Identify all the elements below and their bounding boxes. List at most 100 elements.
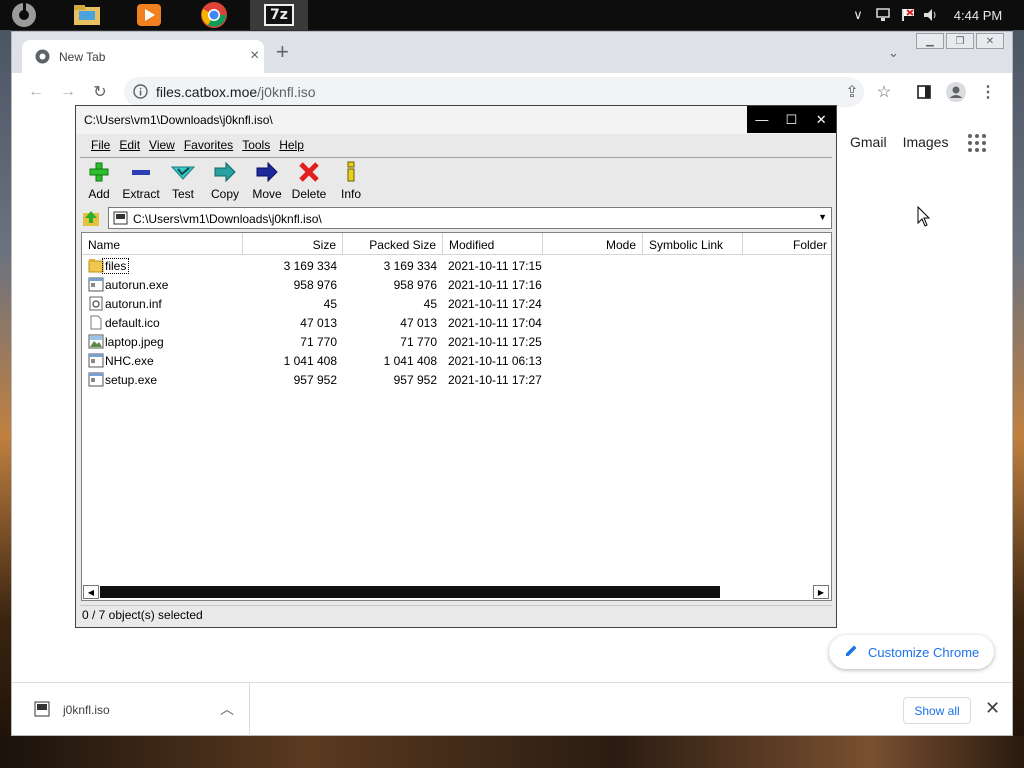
download-item[interactable]: j0knfl.iso ︿ bbox=[32, 683, 250, 736]
url-host: files.catbox.moe bbox=[156, 84, 258, 100]
volume-icon[interactable] bbox=[922, 0, 940, 30]
menu-file[interactable]: File bbox=[91, 138, 110, 152]
sevenzip-taskbar-button[interactable]: 7z bbox=[250, 0, 308, 30]
site-info-icon[interactable] bbox=[133, 84, 148, 104]
exe-file-icon bbox=[88, 277, 104, 292]
column-name[interactable]: Name bbox=[82, 233, 243, 255]
cell-modified: 2021-10-11 17:24 bbox=[448, 297, 542, 311]
sevenzip-close-icon[interactable]: ✕ bbox=[806, 106, 836, 133]
iso-file-icon bbox=[34, 701, 50, 722]
add-button[interactable]: Add bbox=[78, 160, 120, 204]
add-icon bbox=[88, 160, 110, 184]
scroll-right-icon[interactable]: ▶ bbox=[813, 585, 829, 599]
download-options-chevron-icon[interactable]: ︿ bbox=[220, 699, 234, 719]
move-icon bbox=[255, 160, 279, 184]
cell-packed-size: 47 013 bbox=[400, 316, 437, 330]
media-player-icon[interactable] bbox=[120, 0, 178, 30]
images-link[interactable]: Images bbox=[903, 134, 949, 150]
column-modified[interactable]: Modified bbox=[443, 233, 543, 255]
table-row[interactable]: laptop.jpeg 71 770 71 770 2021-10-11 17:25 bbox=[82, 332, 831, 351]
customize-chrome-button[interactable]: Customize Chrome bbox=[829, 635, 994, 669]
test-icon bbox=[171, 160, 195, 184]
sevenzip-titlebar[interactable]: C:\Users\vm1\Downloads\j0knfl.iso\ — ☐ ✕ bbox=[76, 106, 836, 134]
start-icon[interactable] bbox=[0, 0, 48, 30]
sevenzip-window: C:\Users\vm1\Downloads\j0knfl.iso\ — ☐ ✕… bbox=[75, 105, 837, 628]
copy-button[interactable]: Copy bbox=[204, 160, 246, 204]
cell-size: 957 952 bbox=[293, 373, 337, 387]
path-combobox[interactable]: C:\Users\vm1\Downloads\j0knfl.iso\ ▼ bbox=[108, 207, 832, 229]
cell-modified: 2021-10-11 17:27 bbox=[448, 373, 542, 387]
tab-search-chevron-icon[interactable]: ⌄ bbox=[888, 45, 899, 61]
menu-help[interactable]: Help bbox=[279, 138, 304, 152]
column-packed-size[interactable]: Packed Size bbox=[343, 233, 443, 255]
minimize-icon[interactable]: ▁ bbox=[916, 33, 944, 49]
cell-size: 47 013 bbox=[300, 316, 337, 330]
image-file-icon bbox=[88, 334, 104, 349]
table-row[interactable]: autorun.exe 958 976 958 976 2021-10-11 17:1… bbox=[82, 275, 831, 294]
menu-favorites[interactable]: Favorites bbox=[184, 138, 233, 152]
cell-modified: 2021-10-11 17:16 bbox=[448, 278, 542, 292]
table-row[interactable]: autorun.inf 45 45 2021-10-11 17:24 bbox=[82, 294, 831, 313]
table-row[interactable]: default.ico 47 013 47 013 2021-10-11 17:04 bbox=[82, 313, 831, 332]
move-button[interactable]: Move bbox=[246, 160, 288, 204]
table-row[interactable]: files 3 169 334 3 169 334 2021-10-11 17:15 bbox=[82, 256, 831, 275]
menu-tools[interactable]: Tools bbox=[242, 138, 270, 152]
back-icon[interactable]: ← bbox=[26, 82, 46, 102]
sevenzip-maximize-icon[interactable]: ☐ bbox=[777, 106, 807, 133]
cell-packed-size: 45 bbox=[423, 297, 437, 311]
test-button[interactable]: Test bbox=[162, 160, 204, 204]
bookmark-star-icon[interactable]: ☆ bbox=[874, 82, 894, 102]
new-tab-icon[interactable]: + bbox=[276, 41, 289, 63]
google-apps-icon[interactable] bbox=[968, 134, 986, 152]
column-size[interactable]: Size bbox=[243, 233, 343, 255]
show-all-button[interactable]: Show all bbox=[903, 697, 971, 724]
restore-icon[interactable]: ❐ bbox=[946, 33, 974, 49]
tray-chevron-icon[interactable]: ∨ bbox=[850, 0, 866, 30]
column-folder[interactable]: Folder bbox=[743, 233, 831, 255]
column-symbolic-link[interactable]: Symbolic Link bbox=[643, 233, 743, 255]
clock[interactable]: 4:44 PM bbox=[950, 0, 1006, 30]
horizontal-scrollbar[interactable]: ◀ ▶ bbox=[82, 584, 831, 600]
close-tab-icon[interactable]: × bbox=[250, 47, 259, 65]
close-downloads-bar-icon[interactable]: ✕ bbox=[985, 698, 1000, 719]
chrome-icon[interactable] bbox=[185, 0, 243, 30]
chrome-menu-icon[interactable]: ⋮ bbox=[978, 82, 998, 102]
cell-packed-size: 3 169 334 bbox=[383, 259, 437, 273]
path-dropdown-icon[interactable]: ▼ bbox=[818, 212, 827, 222]
column-mode[interactable]: Mode bbox=[543, 233, 643, 255]
scroll-left-icon[interactable]: ◀ bbox=[83, 585, 99, 599]
delete-button[interactable]: Delete bbox=[288, 160, 330, 204]
info-icon bbox=[344, 160, 358, 184]
cell-packed-size: 1 041 408 bbox=[383, 354, 437, 368]
info-button[interactable]: Info bbox=[330, 160, 372, 204]
close-window-icon[interactable]: ✕ bbox=[976, 33, 1004, 49]
address-bar[interactable]: files.catbox.moe/j0knfl.iso bbox=[124, 77, 864, 107]
forward-icon[interactable]: → bbox=[58, 82, 78, 102]
cell-modified: 2021-10-11 17:15 bbox=[448, 259, 542, 273]
desktop-background-bottom bbox=[0, 736, 1024, 768]
up-folder-icon[interactable] bbox=[80, 208, 102, 228]
file-explorer-icon[interactable] bbox=[58, 0, 116, 30]
delete-icon bbox=[298, 160, 320, 184]
cell-packed-size: 71 770 bbox=[400, 335, 437, 349]
cell-modified: 2021-10-11 17:04 bbox=[448, 316, 542, 330]
tab-new-tab[interactable]: New Tab × bbox=[22, 40, 264, 73]
menu-edit[interactable]: Edit bbox=[119, 138, 140, 152]
side-panel-icon[interactable] bbox=[914, 82, 934, 102]
reload-icon[interactable]: ↻ bbox=[90, 82, 110, 102]
sevenzip-menubar: File Edit View Favorites Tools Help bbox=[76, 134, 836, 156]
cell-name: setup.exe bbox=[105, 373, 158, 387]
profile-avatar-icon[interactable] bbox=[946, 82, 966, 102]
table-row[interactable]: NHC.exe 1 041 408 1 041 408 2021-10-11 06:1… bbox=[82, 351, 831, 370]
menu-view[interactable]: View bbox=[149, 138, 175, 152]
gmail-link[interactable]: Gmail bbox=[850, 134, 887, 150]
scroll-thumb[interactable] bbox=[100, 586, 720, 598]
table-row[interactable]: setup.exe 957 952 957 952 2021-10-11 17:27 bbox=[82, 370, 831, 389]
security-flag-icon[interactable] bbox=[899, 0, 917, 30]
extract-button[interactable]: Extract bbox=[120, 160, 162, 204]
share-icon[interactable]: ⇪ bbox=[842, 82, 862, 102]
folder-file-icon bbox=[88, 258, 104, 273]
add-label: Add bbox=[88, 187, 110, 201]
sevenzip-minimize-icon[interactable]: — bbox=[747, 106, 777, 133]
network-icon[interactable] bbox=[874, 0, 892, 30]
